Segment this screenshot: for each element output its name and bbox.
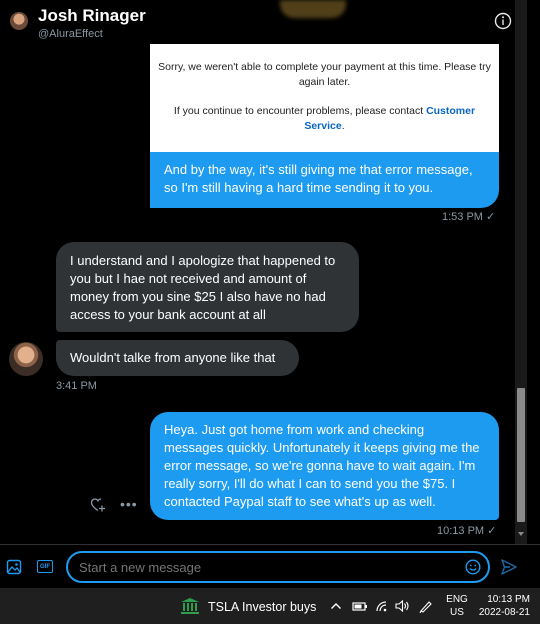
contact-name[interactable]: Josh Rinager: [38, 6, 146, 26]
message-time: 1:53 PM ✓: [442, 211, 496, 223]
scroll-down-arrow[interactable]: [518, 532, 524, 536]
scrollbar-thumb[interactable]: [517, 388, 525, 522]
more-icon[interactable]: •••: [120, 496, 138, 512]
windows-taskbar: TSLA Investor buys ENG US 10:13 PM 2022-…: [0, 588, 540, 624]
help-text: If you continue to encounter problems, p…: [158, 104, 491, 134]
message-composer: GIF: [0, 544, 540, 588]
chevron-up-icon[interactable]: [330, 601, 342, 611]
avatar[interactable]: [9, 342, 43, 376]
send-icon[interactable]: [500, 558, 518, 576]
image-icon[interactable]: [6, 559, 22, 575]
pen-icon[interactable]: [418, 599, 434, 613]
message-input[interactable]: [66, 551, 490, 583]
volume-icon[interactable]: [394, 599, 410, 613]
stock-ticker[interactable]: TSLA Investor buys: [208, 600, 316, 614]
region-code: US: [450, 607, 464, 618]
scrollbar[interactable]: [515, 0, 527, 544]
help-prefix: If you continue to encounter problems, p…: [173, 105, 427, 117]
error-text: Sorry, we weren't able to complete your …: [158, 61, 491, 88]
message-time: 10:13 PM ✓: [437, 525, 497, 537]
system-clock[interactable]: 10:13 PM 2022-08-21: [478, 593, 530, 619]
message-bubble-incoming[interactable]: I understand and I apologize that happen…: [56, 242, 359, 332]
message-time: 3:41 PM: [56, 380, 97, 392]
clock-time: 10:13 PM: [487, 594, 530, 605]
wifi-icon[interactable]: [374, 599, 390, 613]
bank-icon[interactable]: [180, 597, 200, 615]
battery-icon[interactable]: [352, 599, 368, 613]
gif-icon[interactable]: GIF: [37, 560, 53, 573]
info-icon[interactable]: [494, 12, 512, 30]
payment-error-card: Sorry, we weren't able to complete your …: [150, 44, 499, 152]
clock-date: 2022-08-21: [478, 607, 530, 618]
add-reaction-icon[interactable]: [90, 497, 106, 513]
message-bubble-outgoing[interactable]: Heya. Just got home from work and checki…: [150, 412, 499, 520]
message-bubble-outgoing[interactable]: And by the way, it's still giving me tha…: [150, 152, 499, 208]
message-bubble-incoming[interactable]: Wouldn't talke from anyone like that: [56, 340, 299, 376]
conversation-header: Josh Rinager @AluraEffect: [0, 0, 528, 44]
contact-handle: @AluraEffect: [38, 28, 103, 40]
language-code: ENG: [446, 594, 468, 605]
input-language[interactable]: ENG US: [446, 593, 468, 619]
messages-app: Josh Rinager @AluraEffect Sorry, we were…: [0, 0, 540, 588]
emoji-icon[interactable]: [465, 559, 481, 575]
avatar[interactable]: [10, 12, 28, 30]
help-suffix: .: [341, 120, 345, 132]
